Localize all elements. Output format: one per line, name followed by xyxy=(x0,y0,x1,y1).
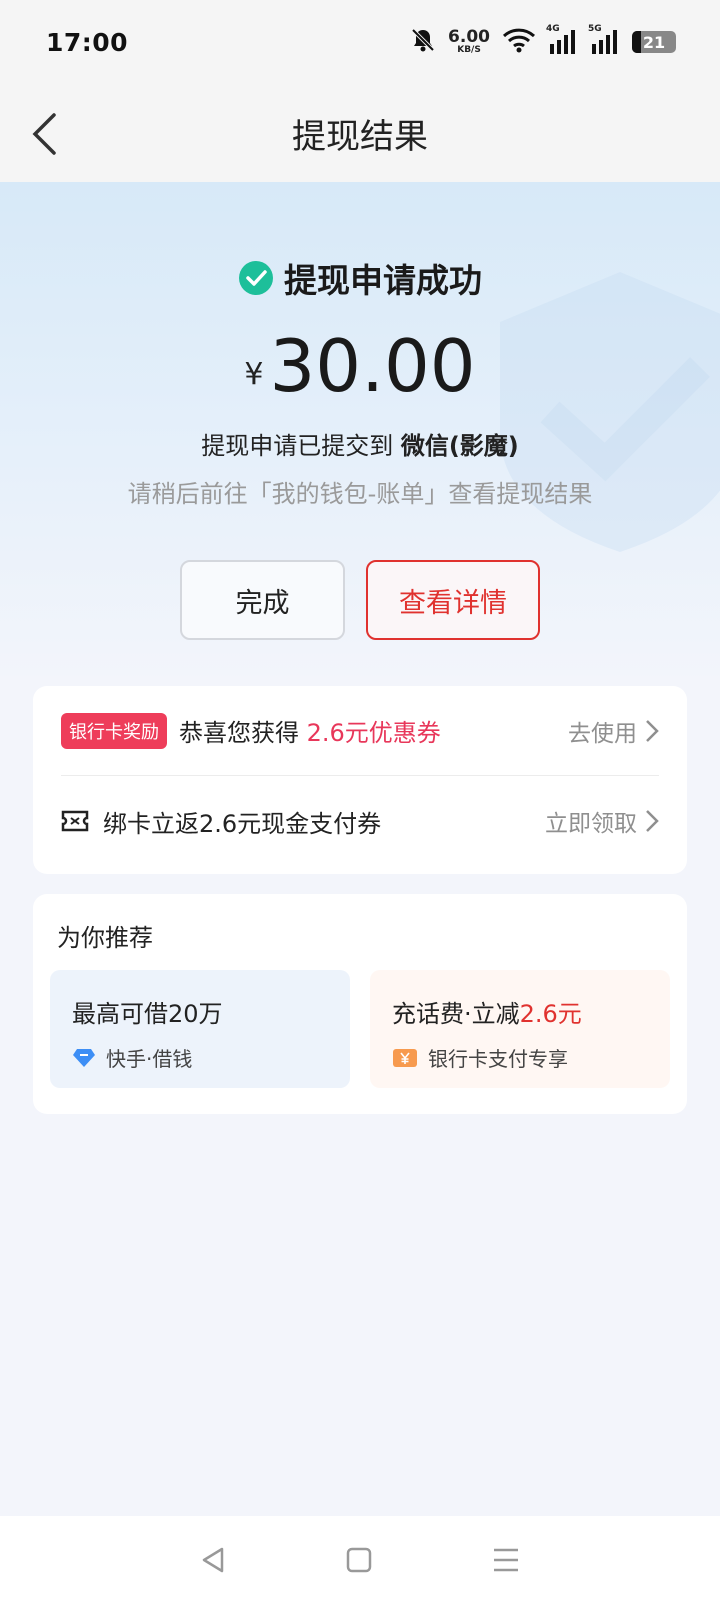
claim-link[interactable]: 立即领取 xyxy=(545,804,659,838)
recommend-title: 为你推荐 xyxy=(57,924,153,952)
success-text: 提现申请成功 xyxy=(284,261,482,300)
diamond-icon xyxy=(73,1048,95,1067)
use-coupon-link[interactable]: 去使用 xyxy=(568,714,659,748)
recommend-item-title: 最高可借20万 xyxy=(72,1000,223,1028)
shield-check-decoration xyxy=(490,262,720,566)
wifi-icon xyxy=(502,27,536,57)
done-button[interactable]: 完成 xyxy=(180,560,345,640)
chevron-right-icon xyxy=(646,719,659,742)
bind-card-row[interactable]: 绑卡立返2.6元现金支付券 立即领取 xyxy=(61,776,659,866)
recommend-item-recharge[interactable]: 充话费·立减2.6元 银行卡支付专享 xyxy=(370,970,670,1088)
submitted-info: 提现申请已提交到 微信(影魔) xyxy=(201,432,519,460)
coupon-reward-text: 恭喜您获得 2.6元优惠券 xyxy=(179,719,441,747)
withdraw-target: 微信(影魔) xyxy=(400,432,519,460)
chevron-right-icon xyxy=(646,810,659,832)
status-bar: 17:00 6.00 KB/S 4G 5G 21 xyxy=(0,0,720,84)
withdraw-amount: ¥ 30.00 xyxy=(0,330,720,402)
bank-card-reward-badge: 银行卡奖励 xyxy=(61,712,167,749)
chevron-left-icon xyxy=(32,113,56,155)
recommend-item-title: 充话费·立减2.6元 xyxy=(392,1000,582,1028)
recommend-item-subtitle: 快手·借钱 xyxy=(106,1047,193,1071)
recommend-item-subtitle: 银行卡支付专享 xyxy=(428,1047,568,1071)
menu-lines-icon[interactable] xyxy=(492,1547,520,1573)
success-status: 提现申请成功 xyxy=(0,254,720,302)
bind-card-text: 绑卡立返2.6元现金支付券 xyxy=(103,809,382,838)
back-triangle-icon[interactable] xyxy=(200,1546,226,1574)
home-square-icon[interactable] xyxy=(346,1547,372,1573)
ticket-icon xyxy=(61,810,89,832)
recommend-card: 为你推荐 最高可借20万 快手·借钱 充话费·立减2.6元 银行卡支付专享 xyxy=(33,894,687,1114)
page-title: 提现结果 xyxy=(292,116,428,157)
reward-card: 银行卡奖励 恭喜您获得 2.6元优惠券 去使用 绑卡立返2.6元现金支付券 立即… xyxy=(33,686,687,874)
system-nav-bar xyxy=(0,1516,720,1604)
signal-5g-icon: 5G xyxy=(588,24,620,54)
network-speed: 6.00 KB/S xyxy=(448,27,490,55)
nav-bar: 提现结果 xyxy=(0,84,720,182)
coupon-reward-row[interactable]: 银行卡奖励 恭喜您获得 2.6元优惠券 去使用 xyxy=(61,686,659,776)
mute-bell-icon xyxy=(410,27,436,57)
hint-text: 请稍后前往「我的钱包-账单」查看提现结果 xyxy=(127,480,593,508)
battery-icon: 21 xyxy=(632,31,676,53)
status-time: 17:00 xyxy=(46,27,129,57)
view-detail-button[interactable]: 查看详情 xyxy=(366,560,540,640)
result-hero: 提现申请成功 ¥ 30.00 提现申请已提交到 微信(影魔) 请稍后前往「我的钱… xyxy=(0,182,720,682)
check-circle-icon xyxy=(239,261,273,295)
yuan-coupon-icon xyxy=(393,1048,417,1067)
status-icons: 6.00 KB/S 4G 5G 21 xyxy=(410,24,676,57)
back-button[interactable] xyxy=(24,108,64,160)
amount-value: 30.00 xyxy=(269,324,476,408)
currency-symbol: ¥ xyxy=(244,357,264,392)
recommend-item-loan[interactable]: 最高可借20万 快手·借钱 xyxy=(50,970,350,1088)
signal-4g-icon: 4G xyxy=(546,24,578,54)
